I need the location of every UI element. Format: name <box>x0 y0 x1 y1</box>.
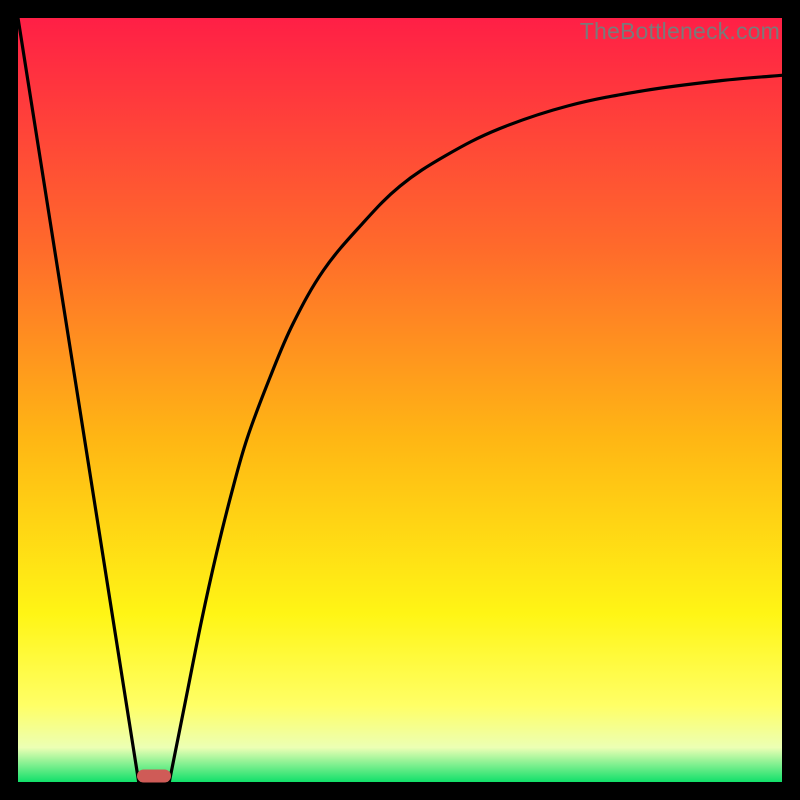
watermark-text: TheBottleneck.com <box>580 18 780 45</box>
optimum-marker <box>137 770 171 783</box>
bottleneck-chart <box>18 18 782 782</box>
chart-frame: TheBottleneck.com <box>18 18 782 782</box>
gradient-background <box>18 18 782 782</box>
